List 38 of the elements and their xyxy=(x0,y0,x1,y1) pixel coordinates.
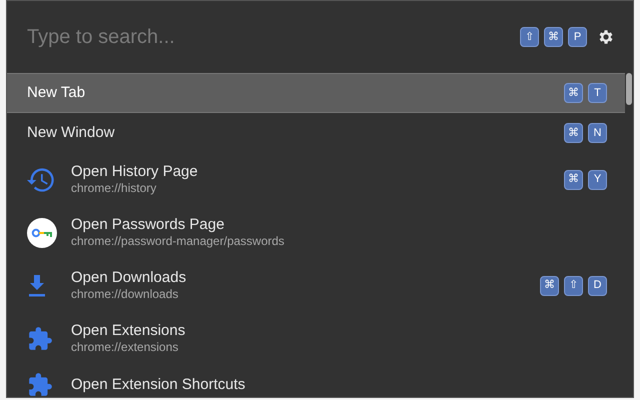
scrollbar-thumb[interactable] xyxy=(626,73,632,105)
command-url: chrome://password-manager/passwords xyxy=(71,234,286,249)
command-title: Open Extensions xyxy=(71,322,186,340)
key-cap: ⌘ xyxy=(564,170,583,190)
puzzle-icon xyxy=(27,372,53,397)
command-url: chrome://extensions xyxy=(71,340,180,355)
key-cap: ⌘ xyxy=(544,27,563,47)
command-item[interactable]: Open Passwords Page chrome://password-manager/passwords xyxy=(7,206,625,259)
puzzle-icon xyxy=(27,326,53,352)
command-item[interactable]: Open History Page chrome://history ⌘ Y xyxy=(7,153,625,206)
key-cap: P xyxy=(568,27,587,47)
command-item[interactable]: New Tab ⌘ T xyxy=(7,73,625,113)
command-title: Open Extension Shortcuts xyxy=(71,376,246,394)
search-field[interactable]: Type to search... xyxy=(27,22,520,52)
key-cap: ⌘ xyxy=(564,123,583,143)
settings-icon[interactable] xyxy=(597,28,615,46)
key-cap: Y xyxy=(588,170,607,190)
key-icon xyxy=(27,218,57,248)
download-icon xyxy=(27,274,47,296)
key-cap: ⌘ xyxy=(540,276,559,296)
command-item[interactable]: Open Downloads chrome://downloads ⌘ ⇧ D xyxy=(7,259,625,312)
command-title: New Window xyxy=(27,124,116,142)
command-url: chrome://history xyxy=(71,181,158,196)
key-cap: D xyxy=(588,276,607,296)
command-url: chrome://downloads xyxy=(71,287,180,302)
command-item[interactable]: Open Extension Shortcuts xyxy=(7,365,625,397)
command-title: Open History Page xyxy=(71,163,199,181)
key-cap: ⌘ xyxy=(564,83,583,103)
command-item[interactable]: Open Extensions chrome://extensions xyxy=(7,312,625,365)
key-cap: T xyxy=(588,83,607,103)
command-title: Open Passwords Page xyxy=(71,216,226,234)
key-cap: ⇧ xyxy=(564,276,583,296)
key-cap: N xyxy=(588,123,607,143)
command-title: Open Downloads xyxy=(71,269,188,287)
command-item[interactable]: New Window ⌘ N xyxy=(7,113,625,153)
key-cap: ⇧ xyxy=(520,27,539,47)
history-icon xyxy=(27,166,55,192)
command-title: New Tab xyxy=(27,84,86,102)
